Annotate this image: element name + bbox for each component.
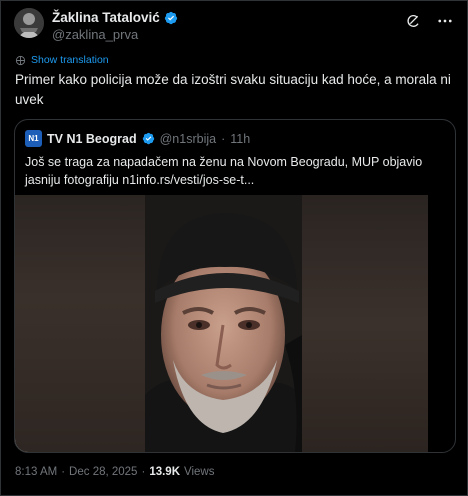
footer-dot: ·	[61, 466, 66, 478]
avatar-image	[14, 8, 44, 38]
n1-logo: N1	[25, 130, 42, 147]
quoted-verified-badge-icon	[142, 132, 154, 145]
portrait-photo	[145, 195, 302, 452]
show-translation-label[interactable]: Show translation	[31, 54, 109, 66]
views-label: Views	[184, 466, 215, 478]
author-display-name[interactable]: Žaklina Tatalović	[52, 10, 160, 25]
quoted-time: 11h	[230, 131, 251, 146]
post-header: Žaklina Tatalović @zaklina_prva	[14, 8, 454, 48]
image-blurred-left	[15, 195, 145, 452]
tweet-text: Primer kako policija može da izoštri sva…	[15, 72, 451, 107]
image-portrait	[145, 195, 302, 452]
quoted-post-header: N1 TV N1 Beograd @n1srbija · 11h	[25, 130, 250, 147]
verified-badge-icon	[164, 11, 177, 24]
author-handle[interactable]: @zaklina_prva	[52, 27, 178, 42]
avatar[interactable]	[14, 8, 44, 38]
quoted-post[interactable]: N1 TV N1 Beograd @n1srbija · 11h Još se …	[14, 119, 456, 453]
quoted-post-image[interactable]	[15, 195, 428, 452]
footer-dot: ·	[141, 466, 146, 478]
post-date[interactable]: Dec 28, 2025	[69, 466, 137, 478]
author-name-row[interactable]: Žaklina Tatalović	[52, 10, 178, 25]
post-top-actions	[404, 12, 454, 30]
more-icon[interactable]	[436, 12, 454, 30]
translate-icon	[15, 55, 26, 65]
quoted-author-handle: @n1srbija	[159, 131, 217, 146]
views-count: 13.9K	[149, 466, 180, 478]
quoted-author-name: TV N1 Beograd	[47, 131, 137, 146]
post-footer: 8:13 AM · Dec 28, 2025 · 13.9K Views	[15, 466, 214, 478]
quoted-separator: ·	[221, 131, 226, 146]
quoted-post-text: Još se traga za napadačem na ženu na Nov…	[25, 155, 423, 187]
grok-icon[interactable]	[404, 12, 422, 30]
author-block: Žaklina Tatalović @zaklina_prva	[52, 10, 178, 42]
image-blurred-right	[302, 195, 428, 452]
post-container: Žaklina Tatalović @zaklina_prva Show tra…	[0, 0, 468, 496]
show-translation-link[interactable]: Show translation	[15, 54, 109, 66]
post-time[interactable]: 8:13 AM	[15, 466, 57, 478]
